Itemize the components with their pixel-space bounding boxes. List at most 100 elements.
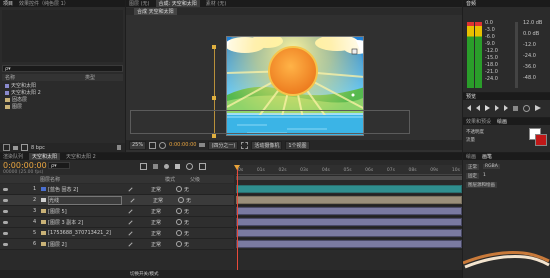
keyframe-handle[interactable] xyxy=(212,134,216,138)
parent-select[interactable]: 无 xyxy=(184,186,189,193)
parent-select[interactable]: 无 xyxy=(184,208,189,215)
camera-icon[interactable] xyxy=(199,143,206,147)
layer-duration-bar[interactable] xyxy=(236,240,462,248)
list-item[interactable]: 天空和太阳 2 xyxy=(2,89,123,96)
timeline-timecode[interactable]: 0:00:00:00 xyxy=(3,161,47,170)
tab-timeline-comp1[interactable]: 天空和太阳 xyxy=(29,153,61,160)
new-folder-icon[interactable] xyxy=(13,145,18,150)
brush-duration-select[interactable]: 固定 xyxy=(466,172,479,179)
loop-icon[interactable] xyxy=(523,104,530,112)
region-of-interest-icon[interactable] xyxy=(241,141,249,149)
keyframe-handle[interactable] xyxy=(212,96,216,100)
tab-project[interactable]: 项目 xyxy=(3,0,13,7)
eye-icon[interactable] xyxy=(3,187,8,191)
parent-pickwhip-icon[interactable] xyxy=(176,219,182,225)
timecode-display[interactable]: 0:00:00:00 xyxy=(169,142,196,148)
col-type[interactable]: 类型 xyxy=(85,74,95,81)
parent-pickwhip-icon[interactable] xyxy=(178,197,184,203)
tab-audio[interactable]: 音频 xyxy=(466,0,476,7)
tab-timeline-comp2[interactable]: 天空和太阳 2 xyxy=(66,153,96,160)
parent-select[interactable]: 无 xyxy=(184,241,189,248)
tab-layer[interactable]: 图层 (无) xyxy=(129,0,150,7)
last-frame-icon[interactable] xyxy=(504,105,508,111)
table-row[interactable]: 3 [图层 5] 正常 无 xyxy=(0,206,234,217)
parent-pickwhip-icon[interactable] xyxy=(176,186,182,192)
tab-effects-presets[interactable]: 效果和预设 xyxy=(466,118,491,125)
graph-editor-icon[interactable] xyxy=(199,162,206,170)
mask-icon[interactable] xyxy=(159,141,167,149)
tab-paint-lower[interactable]: 绘画 xyxy=(466,153,476,160)
parent-select[interactable]: 无 xyxy=(184,219,189,226)
parent-pickwhip-icon[interactable] xyxy=(176,208,182,214)
col-layer-name[interactable]: 图层名称 xyxy=(40,176,125,183)
layer-duration-bar[interactable] xyxy=(236,207,462,215)
project-search[interactable]: ρ▾ xyxy=(2,65,123,72)
list-item[interactable]: 天空和太阳 xyxy=(2,82,123,89)
tab-footage[interactable]: 素材 (无) xyxy=(206,0,227,7)
layer-duration-bar[interactable] xyxy=(236,218,462,226)
layer-duration-bar[interactable] xyxy=(236,196,462,204)
time-ruler[interactable]: 0s 01s 02s 03s 04s 05s 06s 07s 08s 09s 1… xyxy=(236,165,462,175)
resolution-select[interactable]: (四分之一) xyxy=(208,140,239,150)
new-composition-icon[interactable] xyxy=(21,144,28,151)
mode-select[interactable]: 正常 xyxy=(151,219,176,226)
cti-head[interactable] xyxy=(234,165,240,170)
comp-breadcrumb[interactable]: 合成 天空和太阳 xyxy=(134,8,177,15)
ram-preview-icon[interactable] xyxy=(535,105,541,111)
erase-select[interactable]: 图层源和绘画 xyxy=(466,181,497,188)
trash-icon[interactable] xyxy=(117,145,121,150)
eye-icon[interactable] xyxy=(3,231,8,235)
bpc-label[interactable]: 8 bpc xyxy=(31,145,45,151)
table-row[interactable]: 2 光线 正常 无 xyxy=(0,195,234,206)
motion-blur-icon[interactable] xyxy=(186,162,193,170)
pen-switch-icon[interactable] xyxy=(128,186,133,192)
eye-icon[interactable] xyxy=(3,242,8,246)
audio-toggle-icon[interactable] xyxy=(513,105,518,111)
mode-select[interactable]: 正常 xyxy=(153,197,178,204)
mode-select[interactable]: 正常 xyxy=(151,230,176,237)
col-parent[interactable]: 父级 xyxy=(190,176,200,183)
comp-mini-flowchart-icon[interactable] xyxy=(140,162,147,170)
eye-icon[interactable] xyxy=(3,198,8,202)
table-row[interactable]: 5 [1753688_370713421_2] 正常 无 xyxy=(0,228,234,239)
mode-select[interactable]: 正常 xyxy=(151,186,176,193)
eye-icon[interactable] xyxy=(3,220,8,224)
tab-paint[interactable]: 绘画 xyxy=(497,118,507,125)
frame-blending-icon[interactable] xyxy=(175,163,180,169)
pen-switch-icon[interactable] xyxy=(130,197,135,203)
tab-render-queue[interactable]: 渲染队列 xyxy=(3,153,23,160)
background-color-swatch[interactable] xyxy=(535,134,547,146)
tab-composition[interactable]: 合成: 天空和太阳 xyxy=(155,0,200,7)
list-item[interactable]: 图层 xyxy=(2,103,123,110)
work-area-bar[interactable] xyxy=(236,176,462,180)
tab-preview[interactable]: 预览 xyxy=(466,93,476,100)
pen-switch-icon[interactable] xyxy=(128,230,133,236)
prev-frame-icon[interactable] xyxy=(476,105,480,111)
table-row[interactable]: 6 [图层 2] 正常 无 xyxy=(0,239,234,250)
table-row[interactable]: 1 [蓝色 固态 2] 正常 无 xyxy=(0,184,234,195)
col-mode[interactable]: 模式 xyxy=(165,176,190,183)
brush-mode-select[interactable]: 正常 xyxy=(466,163,479,170)
mode-select[interactable]: 正常 xyxy=(151,208,176,215)
table-row[interactable]: 4 [图层 3 副本 2] 正常 无 xyxy=(0,217,234,228)
pen-switch-icon[interactable] xyxy=(128,241,133,247)
mode-select[interactable]: 正常 xyxy=(151,241,176,248)
tab-brush[interactable]: 画笔 xyxy=(482,153,492,160)
brush-duration-value[interactable]: 1 xyxy=(483,173,486,178)
camera-view-select[interactable]: 活动摄像机 xyxy=(251,140,283,150)
list-item[interactable]: 固态层 xyxy=(2,96,123,103)
col-name[interactable]: 名称 xyxy=(2,74,85,81)
keyframe-handle[interactable] xyxy=(212,45,216,49)
parent-pickwhip-icon[interactable] xyxy=(176,241,182,247)
first-frame-icon[interactable] xyxy=(467,105,471,111)
tab-effect-controls[interactable]: 效果控件（纯色层 1） xyxy=(19,0,69,7)
play-icon[interactable] xyxy=(485,105,490,111)
views-select[interactable]: 1个视图 xyxy=(285,140,310,150)
parent-select[interactable]: 无 xyxy=(184,230,189,237)
current-time-indicator[interactable] xyxy=(237,165,238,278)
next-frame-icon[interactable] xyxy=(495,105,499,111)
interpret-footage-icon[interactable] xyxy=(3,144,10,151)
zoom-select[interactable]: 25% xyxy=(129,140,147,150)
pen-switch-icon[interactable] xyxy=(128,208,133,214)
eye-icon[interactable] xyxy=(3,209,8,213)
